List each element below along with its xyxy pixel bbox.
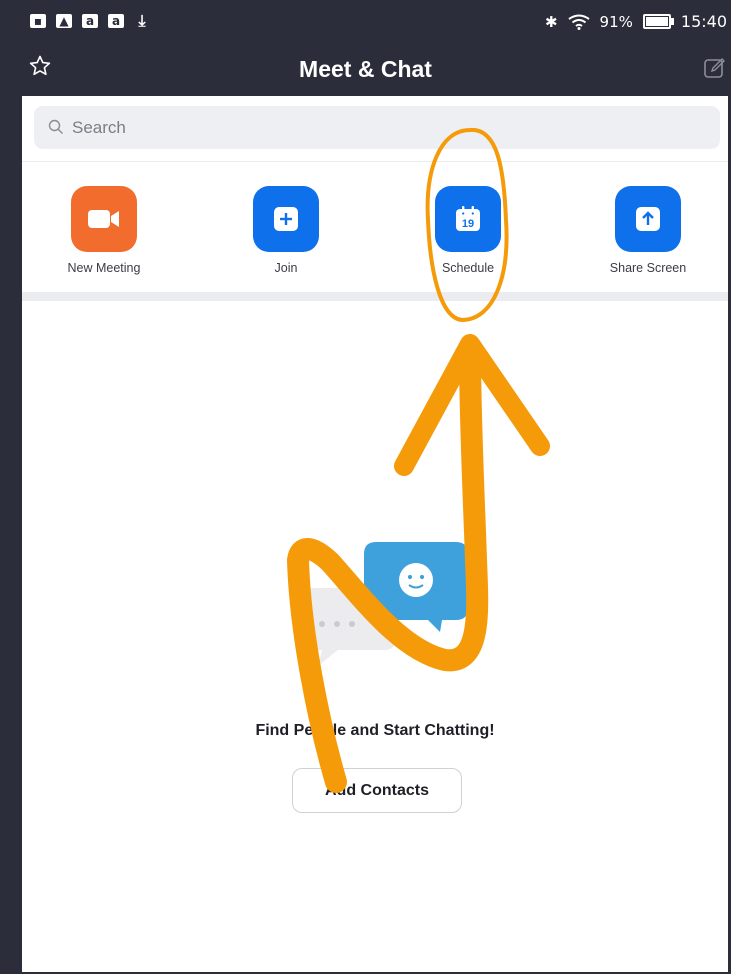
- video-camera-icon: [88, 210, 119, 228]
- chat-bubbles-illustration: [302, 542, 468, 666]
- new-meeting-button[interactable]: New Meeting: [39, 186, 169, 275]
- amazon-icon: a: [108, 14, 124, 28]
- compose-icon[interactable]: [703, 56, 727, 80]
- share-screen-icon-tile[interactable]: [615, 186, 681, 252]
- share-screen-button[interactable]: Share Screen: [583, 186, 713, 275]
- new-meeting-label: New Meeting: [67, 261, 141, 275]
- quick-actions: New Meeting Join 19 Schedule Share Scree…: [22, 186, 728, 286]
- search-icon: [48, 119, 63, 134]
- schedule-button[interactable]: 19 Schedule: [403, 186, 533, 275]
- image-icon: ▲: [56, 14, 72, 28]
- page-title: Meet & Chat: [299, 56, 432, 82]
- notification-icon: ▪: [30, 14, 46, 28]
- share-screen-label: Share Screen: [609, 261, 687, 275]
- divider: [22, 161, 728, 162]
- battery-icon: [642, 14, 674, 29]
- new-meeting-icon-tile[interactable]: [71, 186, 137, 252]
- join-button[interactable]: Join: [221, 186, 351, 275]
- wifi-icon: [567, 14, 590, 30]
- clock: 15:40: [680, 12, 727, 31]
- plus-icon: [274, 207, 298, 231]
- title-bar: Meet & Chat: [0, 44, 731, 96]
- share-up-arrow-icon: [636, 207, 660, 231]
- download-icon: ⤓: [138, 11, 146, 30]
- schedule-icon-tile[interactable]: 19: [435, 186, 501, 252]
- bluetooth-icon: ✱: [544, 12, 558, 31]
- status-left-icons: ▪ ▲ a a ⤓: [30, 11, 150, 30]
- search-placeholder: Search: [72, 118, 126, 137]
- main-content: Search New Meeting Join 19 Schedule Shar…: [22, 96, 728, 972]
- status-bar: ▪ ▲ a a ⤓ ✱ 91% 15:40: [0, 0, 731, 44]
- battery-percent: 91%: [599, 12, 633, 31]
- join-icon-tile[interactable]: [253, 186, 319, 252]
- search-input[interactable]: Search: [34, 106, 720, 149]
- amazon-icon: a: [82, 14, 98, 28]
- section-divider: [22, 292, 728, 301]
- calendar-day: 19: [462, 218, 474, 230]
- schedule-label: Schedule: [441, 261, 495, 275]
- join-label: Join: [274, 261, 298, 275]
- add-contacts-button[interactable]: Add Contacts: [292, 768, 462, 813]
- status-right: ✱ 91% 15:40: [545, 12, 727, 31]
- empty-state-title: Find People and Start Chatting!: [255, 722, 495, 739]
- calendar-icon: 19: [456, 206, 480, 231]
